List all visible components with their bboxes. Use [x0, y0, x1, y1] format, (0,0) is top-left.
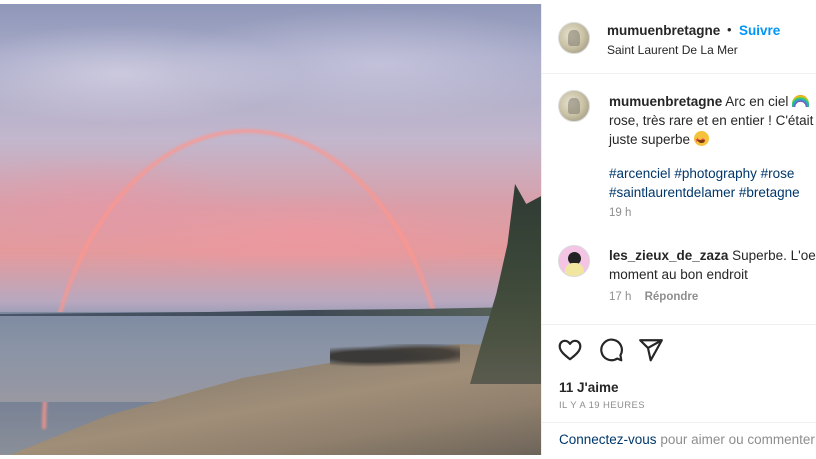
comment-bubble-icon[interactable]	[598, 337, 624, 363]
commenter-username[interactable]: les_zieux_de_zaza	[609, 248, 728, 263]
heart-icon[interactable]	[557, 337, 583, 363]
commenter-avatar[interactable]	[558, 245, 590, 277]
hashtag-link[interactable]: #saintlaurentdelamer	[609, 185, 735, 200]
post-caption: mumuenbretagne Arc en ciel rose, très ra…	[609, 92, 816, 151]
hashtag-link[interactable]: #photography	[674, 166, 757, 181]
caption-text-line1: Arc en ciel	[725, 94, 789, 109]
caption-text-line2: rose, très rare et en entier ! C'était	[609, 113, 814, 128]
likes-count[interactable]: 11 J'aime	[559, 380, 619, 395]
login-prompt-text: pour aimer ou commenter	[656, 432, 815, 447]
comment-item: les_zieux_de_zaza Superbe. L'oeil moment…	[609, 246, 816, 284]
caption-text-line3: juste superbe	[609, 132, 691, 147]
author-username[interactable]: mumuenbretagne	[607, 23, 720, 38]
hashtags: #arcenciel #photography #rose #saintlaur…	[609, 164, 816, 202]
follow-button[interactable]: Suivre	[739, 23, 780, 38]
comment-meta: 17 h Répondre	[609, 291, 698, 303]
divider	[542, 422, 816, 423]
paper-plane-icon[interactable]	[638, 337, 664, 363]
post-photo[interactable]	[0, 4, 541, 455]
rocks	[330, 344, 460, 369]
comment-timestamp[interactable]: 17 h	[609, 291, 631, 303]
divider	[542, 324, 816, 325]
posted-time-ago[interactable]: IL Y A 19 HEURES	[559, 400, 645, 411]
rainbow-emoji-icon	[792, 95, 810, 107]
comment-text-line2: moment au bon endroit	[609, 267, 748, 282]
location-link[interactable]: Saint Laurent De La Mer	[607, 43, 738, 57]
hashtag-link[interactable]: #rose	[761, 166, 795, 181]
hashtag-link[interactable]: #bretagne	[739, 185, 800, 200]
hashtag-link[interactable]: #arcenciel	[609, 166, 671, 181]
separator-dot: •	[727, 22, 732, 37]
comment-text-line1: Superbe. L'oeil	[732, 248, 816, 263]
post-header: mumuenbretagne • Suivre Saint Laurent De…	[542, 4, 816, 74]
caption-username[interactable]: mumuenbretagne	[609, 94, 722, 109]
post-side-panel: mumuenbretagne • Suivre Saint Laurent De…	[541, 4, 816, 455]
reply-button[interactable]: Répondre	[645, 291, 699, 303]
author-avatar[interactable]	[558, 22, 590, 54]
star-struck-emoji-icon	[693, 131, 709, 151]
caption-timestamp[interactable]: 19 h	[609, 207, 631, 219]
caption-author-avatar[interactable]	[558, 90, 590, 122]
login-prompt: Connectez-vous pour aimer ou commenter	[559, 432, 815, 447]
login-link[interactable]: Connectez-vous	[559, 432, 657, 447]
